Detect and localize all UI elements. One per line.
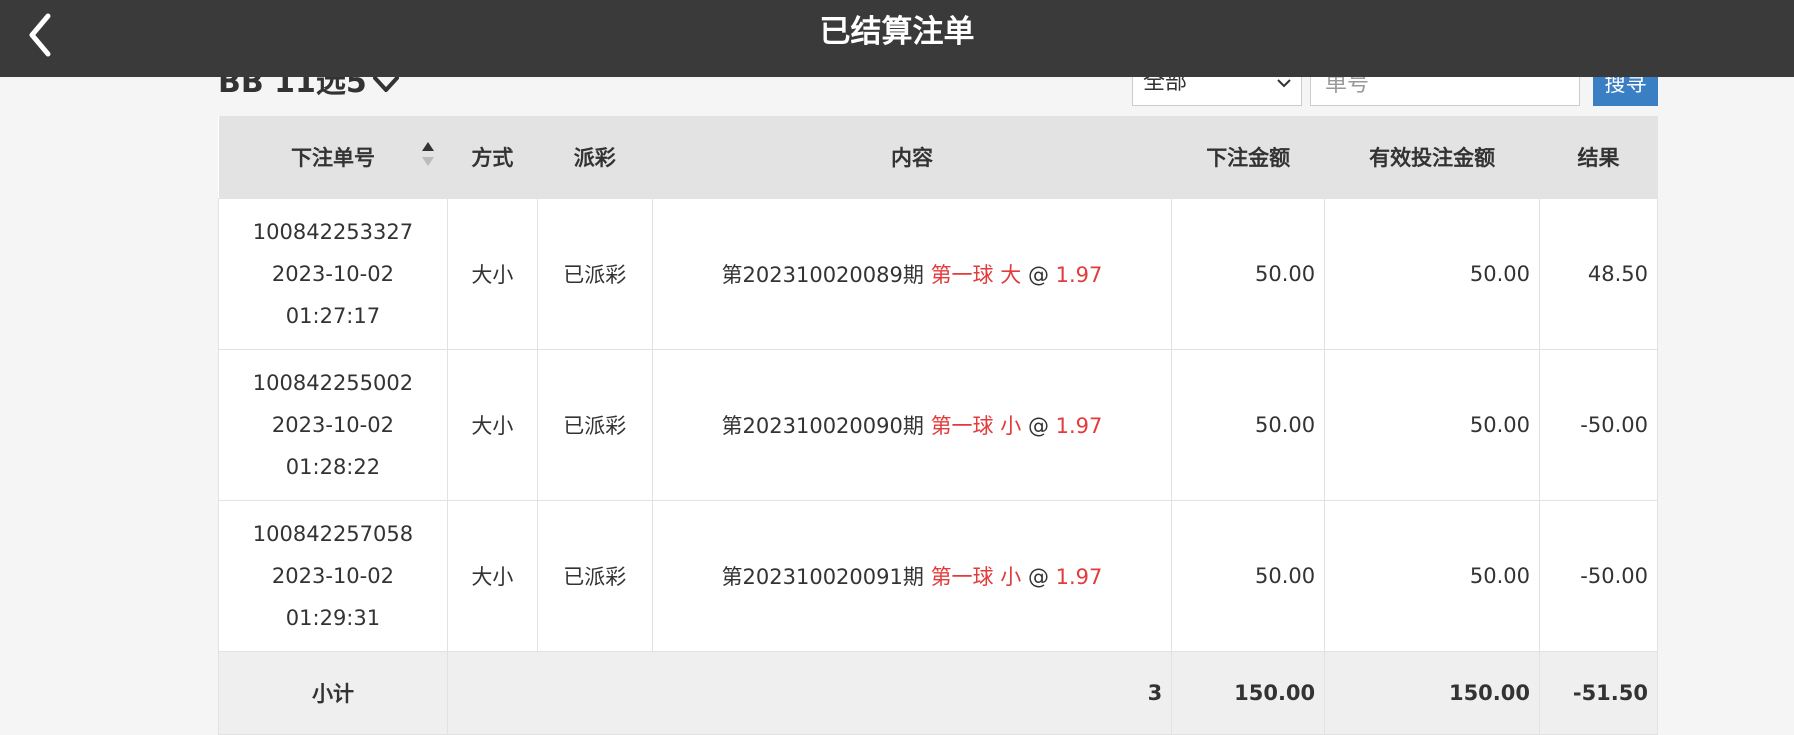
main-content: BB 11选5 全部 搜寻 下注单号 方式 派彩 内容 下注金额 [218, 0, 1658, 735]
valid-amount-cell: 50.00 [1324, 198, 1540, 350]
column-header-content: 内容 [652, 116, 1172, 199]
content-at: @ [1027, 263, 1049, 287]
order-id[interactable]: 100842257058 [220, 513, 446, 555]
valid-amount-cell: 50.00 [1324, 500, 1540, 652]
sort-icon[interactable] [421, 140, 435, 168]
content-cell: 第202310020089期 第一球 大 @ 1.97 [651, 198, 1173, 350]
content-cell: 第202310020091期 第一球 小 @ 1.97 [651, 500, 1173, 652]
subtotal-valid-amount: 150.00 [1324, 651, 1540, 735]
table-row: 100842253327 2023-10-02 01:27:17 大小 已派彩 … [218, 198, 1658, 350]
order-time: 01:28:22 [285, 455, 381, 479]
result-cell: 48.50 [1539, 198, 1658, 350]
content-odds: 1.97 [1055, 263, 1103, 287]
content-at: @ [1027, 565, 1049, 589]
method-cell: 大小 [446, 500, 538, 652]
subtotal-bet-amount: 150.00 [1171, 651, 1326, 735]
bet-amount-cell: 50.00 [1171, 500, 1326, 652]
column-header-valid-amount: 有效投注金额 [1324, 116, 1540, 199]
payout-cell: 已派彩 [536, 349, 653, 501]
orders-table: 下注单号 方式 派彩 内容 下注金额 有效投注金额 结果 10084225332… [218, 116, 1658, 735]
subtotal-row: 小计 3 150.00 150.00 -51.50 [218, 651, 1658, 735]
chevron-down-icon [1277, 79, 1291, 88]
order-date: 2023-10-02 [271, 564, 394, 588]
bet-amount-cell: 50.00 [1171, 349, 1326, 501]
order-time: 01:27:17 [285, 304, 381, 328]
content-odds: 1.97 [1055, 414, 1103, 438]
top-bar: 已结算注单 [0, 0, 1794, 77]
order-cell: 100842255002 2023-10-02 01:28:22 [218, 349, 448, 501]
column-header-method: 方式 [447, 116, 538, 199]
table-row: 100842255002 2023-10-02 01:28:22 大小 已派彩 … [218, 349, 1658, 501]
table-header-row: 下注单号 方式 派彩 内容 下注金额 有效投注金额 结果 [218, 116, 1658, 199]
content-period: 第202310020089期 [721, 263, 924, 287]
order-date: 2023-10-02 [271, 413, 394, 437]
table-row: 100842257058 2023-10-02 01:29:31 大小 已派彩 … [218, 500, 1658, 652]
order-cell: 100842253327 2023-10-02 01:27:17 [218, 198, 448, 350]
payout-cell: 已派彩 [536, 198, 653, 350]
content-pick: 第一球 小 [930, 565, 1022, 589]
result-cell: -50.00 [1539, 500, 1658, 652]
content-period: 第202310020090期 [721, 414, 924, 438]
order-time: 01:29:31 [285, 606, 381, 630]
content-at: @ [1027, 414, 1049, 438]
method-cell: 大小 [446, 198, 538, 350]
payout-cell: 已派彩 [536, 500, 653, 652]
column-header-bet-amount: 下注金额 [1171, 116, 1325, 199]
result-cell: -50.00 [1539, 349, 1658, 501]
content-pick: 第一球 大 [930, 263, 1022, 287]
column-header-order-id[interactable]: 下注单号 [218, 116, 448, 199]
order-cell: 100842257058 2023-10-02 01:29:31 [218, 500, 448, 652]
column-header-payout: 派彩 [537, 116, 653, 199]
column-header-result: 结果 [1539, 116, 1658, 199]
content-odds: 1.97 [1055, 565, 1103, 589]
content-cell: 第202310020090期 第一球 小 @ 1.97 [651, 349, 1173, 501]
bet-amount-cell: 50.00 [1171, 198, 1326, 350]
method-cell: 大小 [446, 349, 538, 501]
subtotal-label: 小计 [218, 651, 448, 735]
order-id[interactable]: 100842253327 [220, 211, 446, 253]
order-date: 2023-10-02 [271, 262, 394, 286]
subtotal-result: -51.50 [1539, 651, 1658, 735]
order-id[interactable]: 100842255002 [220, 362, 446, 404]
content-pick: 第一球 小 [930, 414, 1022, 438]
page-title: 已结算注单 [819, 14, 975, 50]
valid-amount-cell: 50.00 [1324, 349, 1540, 501]
subtotal-count: 3 [446, 651, 1173, 735]
content-period: 第202310020091期 [721, 565, 924, 589]
